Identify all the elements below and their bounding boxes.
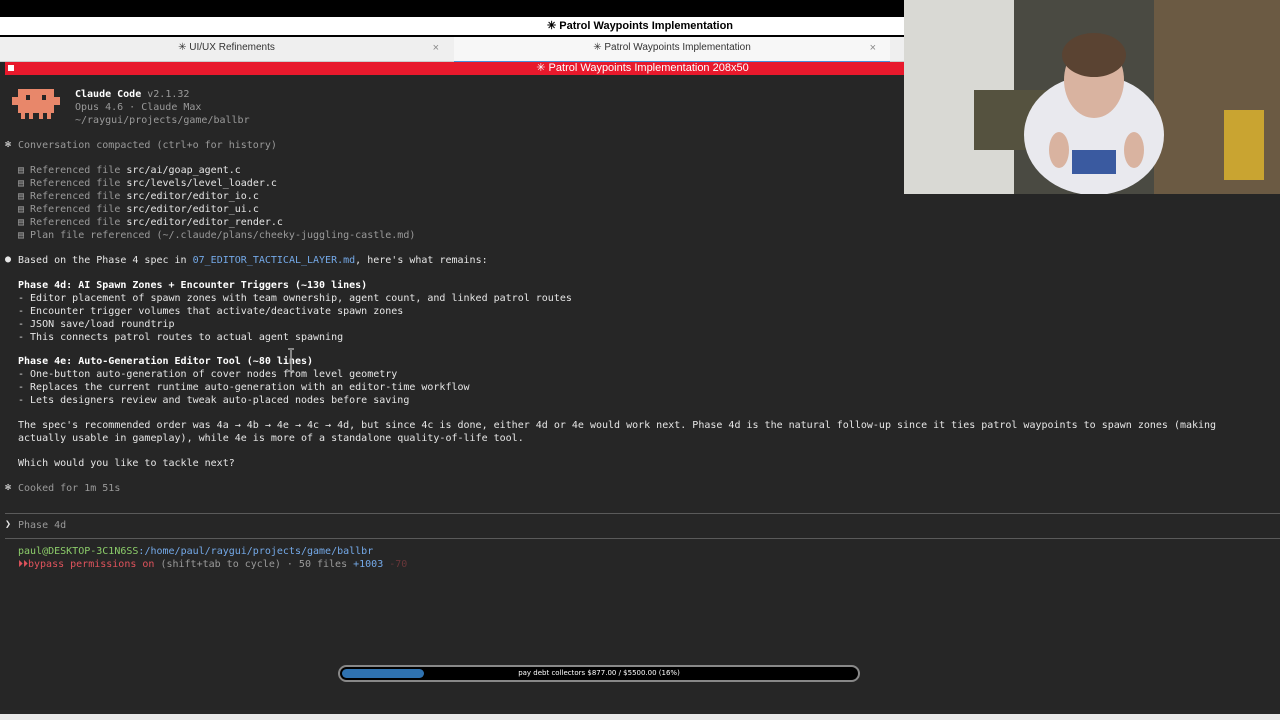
session-indicator-icon <box>8 65 14 71</box>
app-version: v2.1.32 <box>147 89 190 100</box>
lines-removed: -70 <box>389 559 408 570</box>
tab-label: ✳ UI/UX Refinements <box>178 42 275 53</box>
ref-icon: ▤ <box>18 165 31 176</box>
ref-icon: ▤ <box>18 191 31 202</box>
text-cursor-icon <box>288 348 294 372</box>
ref-icon: ▤ <box>18 204 31 215</box>
model-info: Opus 4.6 · Claude Max <box>75 102 202 113</box>
progress-label: pay debt collectors $877.00 / $5500.00 (… <box>518 669 680 677</box>
recommendation-line: The spec's recommended order was 4a → 4b… <box>18 420 1217 431</box>
compact-marker-icon: ✻ <box>5 139 12 150</box>
referenced-file-row: ▤ Referenced file src/ai/goap_agent.c <box>18 165 241 176</box>
list-item: - This connects patrol routes to actual … <box>18 332 344 343</box>
referenced-file-row: ▤ Referenced file src/editor/editor_ui.c <box>18 204 259 215</box>
bottom-strip <box>0 714 1280 720</box>
list-item: - JSON save/load roundtrip <box>18 319 175 330</box>
prompt-input[interactable]: Phase 4d <box>18 519 66 532</box>
referenced-file-row: ▤ Referenced file src/editor/editor_rend… <box>18 217 283 228</box>
list-item: - Lets designers review and tweak auto-p… <box>18 395 410 406</box>
tab-ui-ux-refinements[interactable]: ✳ UI/UX Refinements × <box>0 37 453 61</box>
cwd: :/home/paul/raygui/projects/game/ballbr <box>138 546 374 557</box>
app-name: Claude Code <box>75 89 142 100</box>
app-header-line: Claude Code v2.1.32 <box>75 88 189 101</box>
divider <box>5 538 1280 539</box>
tab-patrol-waypoints[interactable]: ✳ Patrol Waypoints Implementation × <box>454 37 890 63</box>
plan-file-row: ▤ Plan file referenced (~/.claude/plans/… <box>18 230 416 241</box>
lines-added: +1003 <box>353 559 384 570</box>
ref-icon: ▤ <box>18 230 31 241</box>
webcam-overlay <box>904 0 1280 194</box>
cooked-marker-icon: ✻ <box>5 482 12 493</box>
tab-label: ✳ Patrol Waypoints Implementation <box>593 42 751 53</box>
permission-text: bypass permissions on <box>28 559 155 570</box>
bypass-icon: ⏵⏵ <box>18 559 28 570</box>
divider <box>5 513 1280 514</box>
ref-icon: ▤ <box>18 178 31 189</box>
list-item: - Encounter trigger volumes that activat… <box>18 306 404 317</box>
ref-icon: ▤ <box>18 217 31 228</box>
response-bullet-icon: ● <box>5 254 12 265</box>
shell-prompt: paul@DESKTOP-3C1N6SS:/home/paul/raygui/p… <box>18 545 373 558</box>
prompt-chevron-icon: ❯ <box>5 519 12 530</box>
project-path: ~/raygui/projects/game/ballbr <box>75 115 250 126</box>
referenced-file-row: ▤ Referenced file src/levels/level_loade… <box>18 178 277 189</box>
recommendation-line: actually usable in gameplay), while 4e i… <box>18 433 524 444</box>
response-intro: Based on the Phase 4 spec in 07_EDITOR_T… <box>18 255 488 266</box>
session-status-text: ✳ Patrol Waypoints Implementation 208x50 <box>536 62 749 74</box>
list-item: - One-button auto-generation of cover no… <box>18 369 398 380</box>
close-icon[interactable]: × <box>870 37 876 59</box>
permission-hint: (shift+tab to cycle) · 50 files <box>154 559 354 570</box>
permission-status[interactable]: ⏵⏵bypass permissions on (shift+tab to cy… <box>18 558 407 571</box>
compacted-notice: Conversation compacted (ctrl+o for histo… <box>18 140 277 151</box>
phase-4d-title: Phase 4d: AI Spawn Zones + Encounter Tri… <box>18 280 368 291</box>
list-item: - Replaces the current runtime auto-gene… <box>18 382 470 393</box>
phase-4e-title: Phase 4e: Auto-Generation Editor Tool (~… <box>18 356 314 367</box>
list-item: - Editor placement of spawn zones with t… <box>18 293 572 304</box>
close-icon[interactable]: × <box>433 37 439 59</box>
webcam-video-image <box>904 0 1280 194</box>
referenced-file-row: ▤ Referenced file src/editor/editor_io.c <box>18 191 259 202</box>
question: Which would you like to tackle next? <box>18 458 235 469</box>
user-host: paul@DESKTOP-3C1N6SS <box>18 546 139 557</box>
spec-file-link[interactable]: 07_EDITOR_TACTICAL_LAYER.md <box>193 255 356 266</box>
cooked-status: Cooked for 1m 51s <box>18 483 121 494</box>
debt-progress-bar: pay debt collectors $877.00 / $5500.00 (… <box>338 665 860 682</box>
